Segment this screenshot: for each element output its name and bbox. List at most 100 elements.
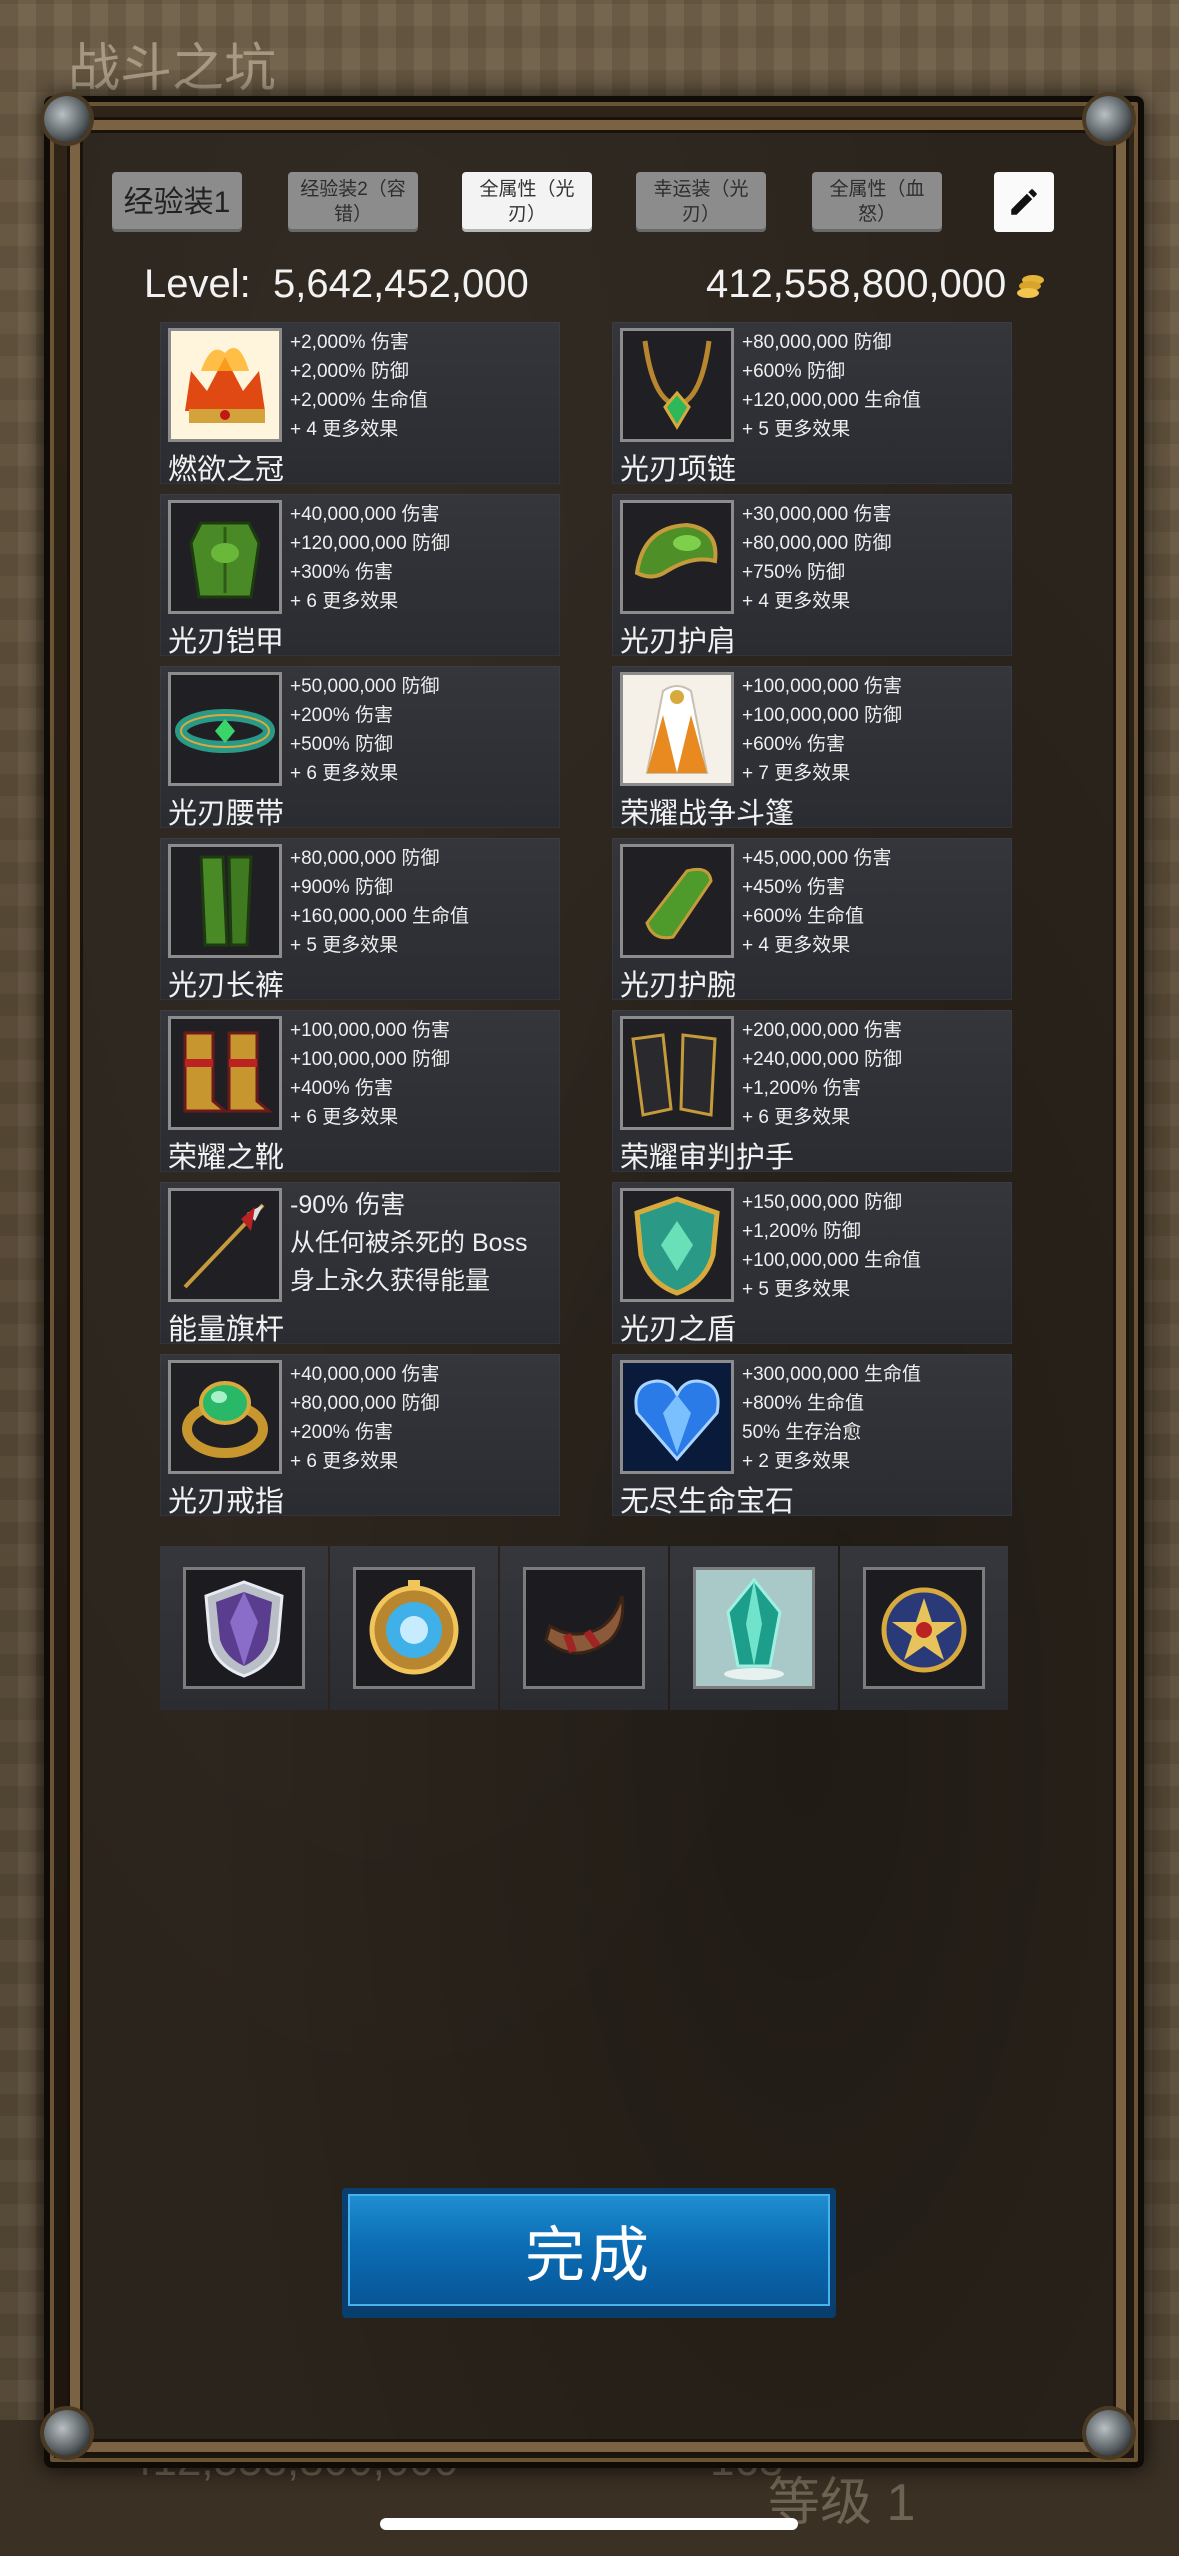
golden-compass-icon	[369, 1580, 459, 1675]
crystal-shield-icon	[204, 1580, 284, 1678]
equipment-thumbnail	[168, 500, 282, 614]
accessory-slot[interactable]	[670, 1546, 838, 1710]
pencil-icon	[1011, 189, 1037, 215]
corner-rivet-icon	[44, 96, 90, 142]
tab-loadout-3[interactable]: 全属性（光刃）	[462, 172, 592, 232]
accessory-slot[interactable]	[840, 1546, 1008, 1710]
done-button[interactable]: 完成	[342, 2188, 836, 2312]
jade-shield-icon	[634, 1196, 720, 1296]
stat-line: + 4 更多效果	[742, 935, 851, 956]
equipment-card[interactable]: +300,000,000 生命值 +800% 生命值 50% 生存治愈 + 2 更多效…	[612, 1354, 1012, 1518]
stat-line: +800% 生命值	[742, 1393, 864, 1414]
equipment-card[interactable]: +100,000,000 伤害 +100,000,000 防御 +600% 伤害 + …	[612, 666, 1012, 830]
equipment-card[interactable]: +150,000,000 防御 +1,200% 防御 +100,000,000 生命…	[612, 1182, 1012, 1346]
stat-line: 从任何被杀死的 Boss	[290, 1229, 528, 1257]
emerald-necklace-icon	[642, 340, 712, 430]
equipment-card[interactable]: -90% 伤害 从任何被杀死的 Boss 身上永久获得能量 能量旗杆	[160, 1182, 560, 1346]
green-bracer-icon	[645, 867, 713, 940]
equipment-stats: +200,000,000 伤害 +240,000,000 防御 +1,200% 伤害…	[742, 1016, 902, 1132]
stat-line: +160,000,000 生命值	[290, 906, 470, 927]
equipment-stats: +45,000,000 伤害 +450% 伤害 +600% 生命值 + 4 更多效果	[742, 844, 891, 960]
equipment-card[interactable]: +40,000,000 伤害 +120,000,000 防御 +300% 伤害 + 6…	[160, 494, 560, 658]
stat-line: + 4 更多效果	[290, 419, 399, 440]
equipment-thumbnail	[620, 1360, 734, 1474]
equipment-name: 光刃护腕	[620, 970, 737, 1002]
green-greaves-icon	[199, 855, 253, 947]
stat-line: + 6 更多效果	[290, 591, 399, 612]
stat-line: +300% 伤害	[290, 562, 393, 583]
stat-line: +80,000,000 防御	[742, 533, 892, 554]
stat-line: +45,000,000 伤害	[742, 848, 892, 869]
equipment-card[interactable]: +80,000,000 防御 +600% 防御 +120,000,000 生命值 + …	[612, 322, 1012, 486]
stat-line: +100,000,000 防御	[290, 1049, 451, 1070]
accessory-slot[interactable]	[160, 1546, 328, 1710]
equipment-card[interactable]: +100,000,000 伤害 +100,000,000 防御 +400% 伤害 + …	[160, 1010, 560, 1174]
gold-amount: 412,558,800,000	[706, 262, 1007, 306]
jade-belt-icon	[175, 709, 275, 753]
stat-line: +600% 生命值	[742, 906, 864, 927]
green-armor-icon	[189, 521, 261, 599]
equipment-card[interactable]: +40,000,000 伤害 +80,000,000 防御 +200% 伤害 + 6 …	[160, 1354, 560, 1518]
flaming-crown-icon	[171, 331, 279, 439]
equipment-name: 光刃戒指	[168, 1486, 285, 1518]
equipment-name: 光刃长裤	[168, 970, 285, 1002]
equipment-stats: +80,000,000 防御 +900% 防御 +160,000,000 生命值 + …	[290, 844, 469, 960]
equipment-thumbnail	[620, 844, 734, 958]
equipment-stats: +150,000,000 防御 +1,200% 防御 +100,000,000 生命…	[742, 1188, 921, 1304]
equipment-name: 荣耀审判护手	[620, 1142, 795, 1174]
stat-line: +200% 伤害	[290, 705, 393, 726]
stat-line: +200% 伤害	[290, 1422, 393, 1443]
equipment-thumbnail	[168, 1360, 282, 1474]
tab-loadout-1[interactable]: 经验装1	[112, 172, 242, 232]
background-title: 战斗之坑	[68, 39, 277, 99]
corner-rivet-icon	[44, 2410, 90, 2456]
tab-loadout-4[interactable]: 幸运装（光刃）	[636, 172, 766, 232]
stat-line: + 6 更多效果	[290, 1451, 399, 1472]
stat-line: +120,000,000 生命值	[742, 390, 922, 411]
done-button-label: 完成	[525, 2221, 653, 2289]
stat-line: + 7 更多效果	[742, 763, 851, 784]
stat-line: +2,000% 防御	[290, 361, 409, 382]
stat-line: +100,000,000 防御	[742, 705, 903, 726]
stat-line: +80,000,000 防御	[742, 332, 892, 353]
equipment-card[interactable]: +200,000,000 伤害 +240,000,000 防御 +1,200% 伤害…	[612, 1010, 1012, 1174]
equipment-stats: +50,000,000 防御 +200% 伤害 +500% 防御 + 6 更多效果	[290, 672, 439, 788]
home-indicator[interactable]	[380, 2518, 798, 2530]
equipment-card[interactable]: +50,000,000 防御 +200% 伤害 +500% 防御 + 6 更多效果 光刃…	[160, 666, 560, 830]
tab-label: 经验装2（容错）	[300, 179, 406, 225]
equipment-thumbnail	[168, 328, 282, 442]
stat-line: + 6 更多效果	[290, 763, 399, 784]
equipment-stats: +100,000,000 伤害 +100,000,000 防御 +600% 伤害 + …	[742, 672, 902, 788]
white-cloak-icon	[623, 675, 731, 783]
equipment-name: 荣耀之靴	[168, 1142, 285, 1174]
accessory-row	[160, 1546, 1010, 1710]
stat-line: +600% 防御	[742, 361, 845, 382]
equipment-thumbnail	[620, 1188, 734, 1302]
equipment-card[interactable]: +30,000,000 伤害 +80,000,000 防御 +750% 防御 + 4 …	[612, 494, 1012, 658]
stat-line: + 6 更多效果	[290, 1107, 399, 1128]
stat-line: +40,000,000 伤害	[290, 504, 440, 525]
equipment-name: 燃欲之冠	[168, 454, 285, 486]
equipment-name: 荣耀战争斗篷	[620, 798, 795, 830]
equipment-name: 光刃腰带	[168, 798, 285, 830]
stat-line: +100,000,000 伤害	[290, 1020, 451, 1041]
equipment-card[interactable]: +2,000% 伤害 +2,000% 防御 +2,000% 生命值 + 4 更多效果燃…	[160, 322, 560, 486]
edit-button[interactable]	[994, 172, 1054, 232]
tab-loadout-5[interactable]: 全属性（血怒）	[812, 172, 942, 232]
equipment-card[interactable]: +80,000,000 防御 +900% 防御 +160,000,000 生命值 + …	[160, 838, 560, 1002]
gold-coin-icon	[1017, 275, 1044, 298]
accessory-slot[interactable]	[330, 1546, 498, 1710]
war-horn-icon	[544, 1595, 625, 1655]
tab-loadout-2[interactable]: 经验装2（容错）	[288, 172, 418, 232]
teal-crystal-icon	[724, 1577, 784, 1680]
stat-line: 50% 生存治愈	[742, 1422, 862, 1443]
stat-line: +400% 伤害	[290, 1078, 393, 1099]
accessory-slot[interactable]	[500, 1546, 668, 1710]
equipment-card[interactable]: +45,000,000 伤害 +450% 伤害 +600% 生命值 + 4 更多效果光…	[612, 838, 1012, 1002]
equipment-stats: +2,000% 伤害 +2,000% 防御 +2,000% 生命值 + 4 更多效果	[290, 328, 428, 444]
stat-line: +120,000,000 防御	[290, 533, 451, 554]
stat-line: +500% 防御	[290, 734, 393, 755]
equipment-stats: +40,000,000 伤害 +120,000,000 防御 +300% 伤害 + 6…	[290, 500, 450, 616]
level-display: Level: 5,642,452,000	[144, 262, 529, 306]
stat-line: +80,000,000 防御	[290, 848, 440, 869]
